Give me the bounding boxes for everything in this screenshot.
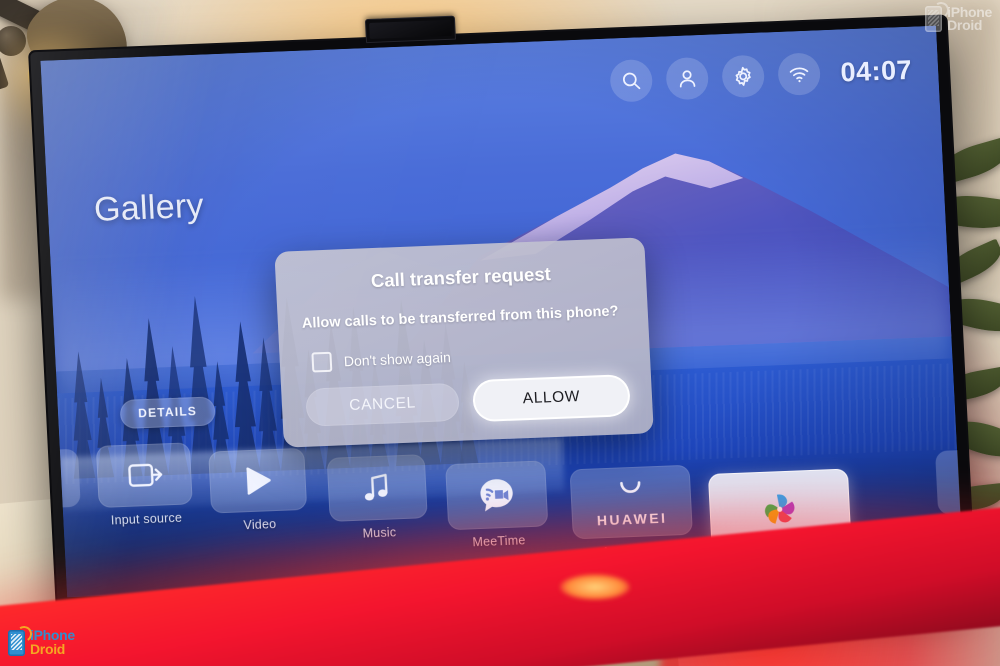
play-icon [208, 447, 308, 514]
dialog-actions: CANCEL ALLOW [305, 376, 629, 427]
music-note-icon [326, 454, 428, 522]
page-title: Gallery [93, 186, 205, 229]
wifi-icon[interactable] [777, 52, 822, 96]
watermark-phone-icon [8, 624, 34, 656]
watermark-top-right: iPhone Droid [925, 0, 992, 34]
tv-popup-camera [364, 15, 457, 44]
watermark-bottom-left: iPhone Droid [8, 624, 75, 657]
dialog-message: Allow calls to be transferred from this … [301, 303, 619, 332]
search-icon[interactable] [609, 58, 654, 103]
dont-show-again-row[interactable]: Don't show again [303, 340, 626, 373]
settings-gear-icon[interactable] [721, 54, 766, 99]
dock-app-input-source[interactable]: Input source [95, 442, 194, 528]
ambient-led-hotspot [560, 574, 630, 600]
profile-icon[interactable] [665, 56, 710, 101]
call-transfer-dialog: Call transfer request Allow calls to be … [274, 237, 654, 448]
allow-button[interactable]: ALLOW [474, 376, 629, 421]
photo-scene: 04:07 Gallery DETAILS Input sourceVideoM… [0, 0, 1000, 666]
details-button[interactable]: DETAILS [119, 396, 216, 430]
input-source-icon [95, 442, 193, 508]
watermark-phone-icon [925, 0, 951, 33]
watermark-line-2: Droid [947, 17, 983, 34]
clock: 04:07 [839, 54, 913, 88]
cancel-button[interactable]: CANCEL [305, 382, 460, 427]
dont-show-again-label: Don't show again [343, 349, 452, 370]
dock-app-label: Input source [110, 510, 183, 528]
dont-show-again-checkbox[interactable] [311, 351, 333, 373]
dock-app-video[interactable]: Video [208, 447, 308, 534]
watermark-line-2: Droid [30, 640, 66, 657]
dialog-title: Call transfer request [370, 263, 552, 292]
